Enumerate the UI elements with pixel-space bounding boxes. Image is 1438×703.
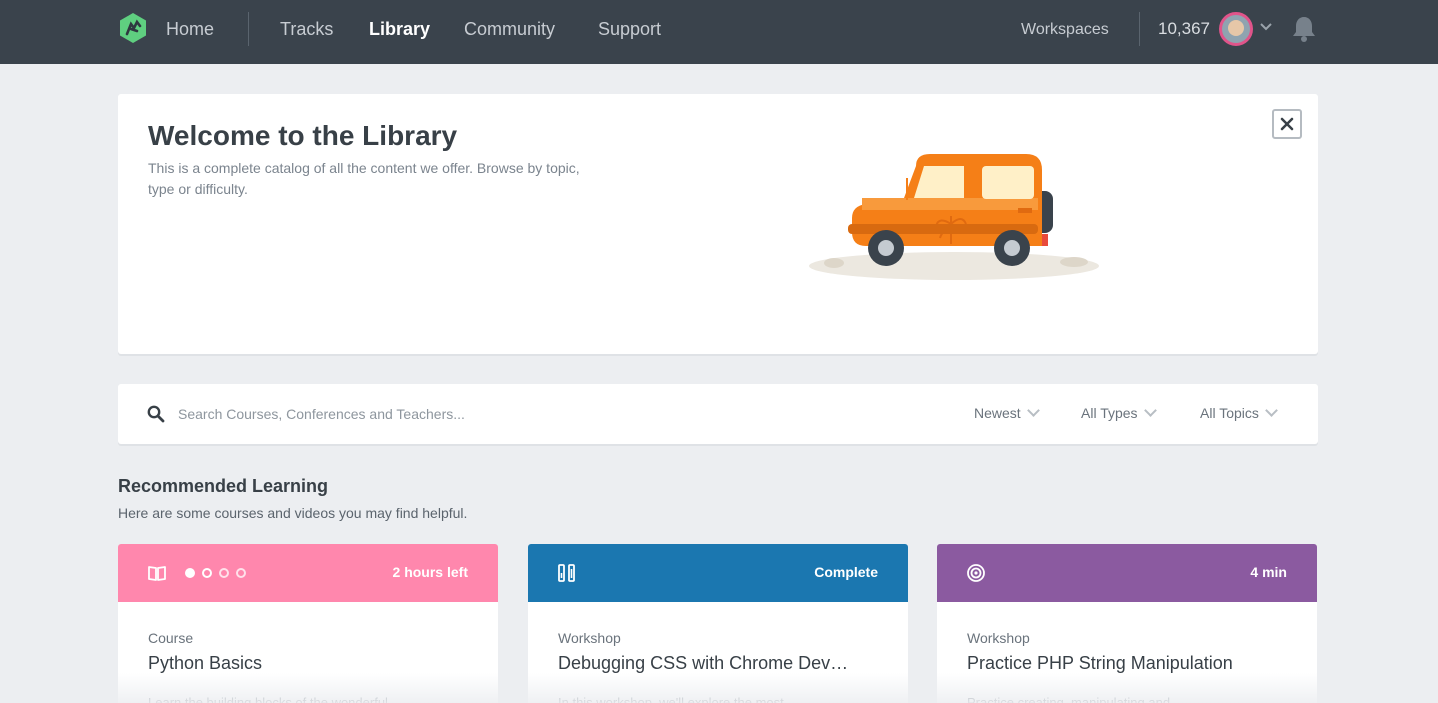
- content-card[interactable]: 4 min Workshop Practice PHP String Manip…: [937, 544, 1317, 703]
- progress-dot: [202, 568, 212, 578]
- topic-filter-label: All Topics: [1200, 405, 1259, 421]
- book-icon: [148, 566, 166, 581]
- recommended-title: Recommended Learning: [118, 476, 329, 496]
- close-button[interactable]: [1272, 109, 1302, 139]
- chevron-down-icon: [1143, 404, 1157, 417]
- nav-divider: [248, 12, 249, 46]
- chevron-down-icon: [1026, 404, 1040, 417]
- close-icon: [1280, 117, 1294, 131]
- sort-label: Newest: [974, 405, 1021, 421]
- nav-divider: [1139, 12, 1140, 46]
- progress-dots: [185, 568, 246, 578]
- bell-icon[interactable]: [1291, 15, 1317, 43]
- card-title[interactable]: Debugging CSS with Chrome Dev…: [558, 653, 888, 674]
- top-navigation: Home Tracks Library Community Support Wo…: [0, 0, 1438, 64]
- nav-workspaces[interactable]: Workspaces: [1021, 19, 1109, 41]
- card-type: Course: [148, 630, 194, 646]
- nav-home[interactable]: Home: [166, 18, 214, 40]
- card-type: Workshop: [967, 630, 1030, 646]
- chevron-down-icon[interactable]: [1259, 22, 1273, 32]
- workshop-icon: [558, 564, 575, 582]
- progress-dot: [219, 568, 229, 578]
- type-filter-label: All Types: [1081, 405, 1138, 421]
- card-meta: 2 hours left: [392, 564, 468, 580]
- card-title[interactable]: Python Basics: [148, 653, 478, 674]
- chevron-down-icon: [1265, 404, 1278, 417]
- card-description: Practice creating, manipulating and: [967, 695, 1171, 703]
- card-type: Workshop: [558, 630, 621, 646]
- library-search-bar: Newest All Types All Topics: [118, 384, 1318, 444]
- content-card[interactable]: 2 hours left Course Python Basics Learn …: [118, 544, 498, 703]
- nav-tracks[interactable]: Tracks: [280, 18, 333, 40]
- progress-dot: [185, 568, 195, 578]
- type-filter-dropdown[interactable]: All Types: [1081, 404, 1157, 421]
- card-description: Learn the building blocks of the wonderf…: [148, 695, 388, 703]
- card-description: In this workshop, we'll explore the most: [558, 695, 784, 703]
- points-count: 10,367: [1158, 19, 1210, 38]
- sort-dropdown[interactable]: Newest: [974, 404, 1040, 421]
- treehouse-logo-icon[interactable]: [117, 12, 149, 44]
- content-card[interactable]: Complete Workshop Debugging CSS with Chr…: [528, 544, 908, 703]
- card-meta: 4 min: [1250, 564, 1287, 580]
- search-icon: [147, 405, 165, 423]
- card-header: 4 min: [937, 544, 1317, 602]
- card-header: 2 hours left: [118, 544, 498, 602]
- card-title[interactable]: Practice PHP String Manipulation: [967, 653, 1297, 674]
- nav-community[interactable]: Community: [464, 18, 555, 40]
- nav-library[interactable]: Library: [369, 18, 430, 40]
- recommended-subtitle: Here are some courses and videos you may…: [118, 505, 468, 521]
- search-input[interactable]: [178, 400, 778, 428]
- welcome-panel: Welcome to the Library This is a complet…: [118, 94, 1318, 354]
- topic-filter-dropdown[interactable]: All Topics: [1200, 404, 1278, 421]
- nav-support[interactable]: Support: [598, 18, 661, 40]
- card-meta: Complete: [814, 564, 878, 580]
- welcome-description: This is a complete catalog of all the co…: [148, 160, 580, 197]
- progress-dot: [236, 568, 246, 578]
- jeep-illustration: [809, 154, 1099, 280]
- target-icon: [967, 564, 985, 582]
- welcome-title: Welcome to the Library: [148, 120, 458, 151]
- card-header: Complete: [528, 544, 908, 602]
- user-avatar[interactable]: [1219, 12, 1253, 46]
